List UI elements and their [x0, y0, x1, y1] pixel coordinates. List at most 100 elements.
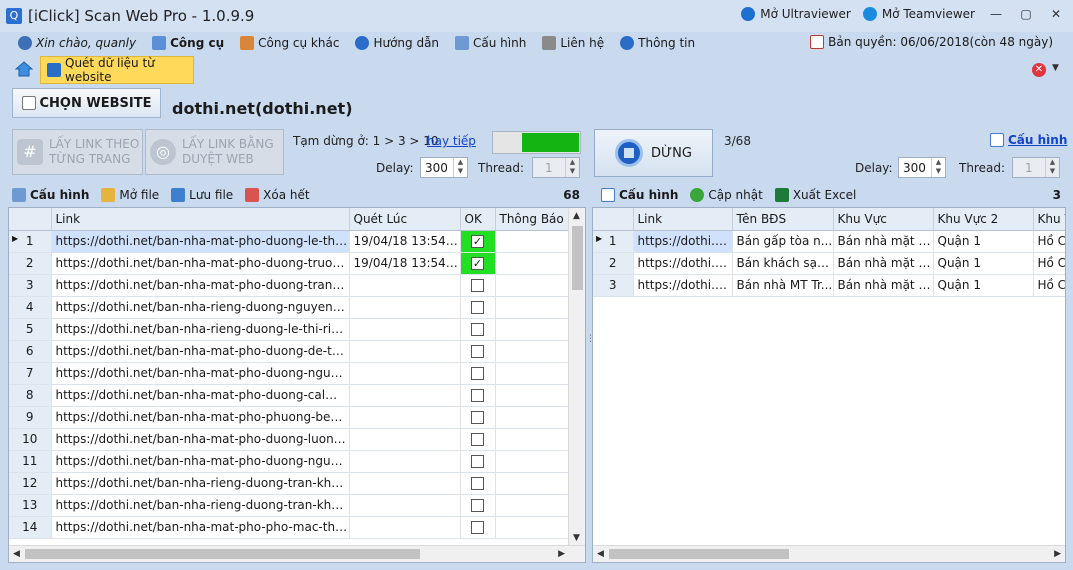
ok-checkbox[interactable]	[471, 323, 484, 336]
link-cell[interactable]: https://dothi.net/ban-nha-mat-pho-duong-…	[51, 230, 350, 253]
get-link-by-browser-button[interactable]: ◎ LẤY LINK BẰNG DUYỆT WEB	[145, 129, 284, 175]
menu-other-tools[interactable]: Công cụ khác	[240, 36, 339, 50]
link-cell[interactable]: https://dothi.net/ban-nha-mat-pho-duong-…	[51, 428, 350, 451]
table-row[interactable]: 3 https://dothi.net/ban-nha-mat-pho-duong…	[9, 274, 571, 297]
spinner-arrows[interactable]: ▲ ▼	[931, 158, 945, 177]
link-cell[interactable]: https://dothi.n...	[633, 274, 733, 297]
ok-checkbox[interactable]	[471, 477, 484, 490]
spinner-arrows[interactable]: ▲ ▼	[453, 158, 467, 177]
row-header[interactable]: 8	[9, 384, 52, 407]
col-area-3[interactable]: Khu V	[1033, 208, 1065, 231]
link-cell[interactable]: https://dothi.net/ban-nha-rieng-duong-ng…	[51, 296, 350, 319]
col-link[interactable]: Link	[51, 208, 350, 231]
row-header[interactable]: 7	[9, 362, 52, 385]
ok-checkbox[interactable]	[471, 345, 484, 358]
link-cell[interactable]: https://dothi.n...	[633, 252, 733, 275]
table-row[interactable]: 10 https://dothi.net/ban-nha-mat-pho-duon…	[9, 428, 571, 451]
table-row[interactable]: 2 https://dothi.n... Bán khách sạn ... Bán …	[593, 252, 1065, 275]
open-file-button[interactable]: Mở file	[101, 188, 159, 202]
teamviewer-button[interactable]: Mở Teamviewer	[862, 7, 975, 21]
result-config-button[interactable]: Cấu hình	[601, 188, 678, 202]
link-cell[interactable]: https://dothi.net/ban-nha-mat-pho-duong-…	[51, 252, 350, 275]
table-row[interactable]: ▶ 1 https://dothi.n... Bán gấp tòa n... Bán …	[593, 230, 1065, 253]
row-header[interactable]: 3	[9, 274, 52, 297]
right-horizontal-scrollbar[interactable]: ◀ ▶	[593, 545, 1065, 562]
menu-greeting[interactable]: Xin chào, quanly	[18, 36, 136, 50]
left-vertical-scrollbar[interactable]: ▲ ▼	[568, 208, 585, 546]
row-header[interactable]: 12	[9, 472, 52, 495]
col-scan-time[interactable]: Quét Lúc	[349, 208, 461, 231]
continue-link[interactable]: hay tiếp	[427, 134, 476, 148]
row-header[interactable]: 10	[9, 428, 52, 451]
menu-guide[interactable]: Hướng dẫn	[355, 36, 439, 50]
table-row[interactable]: 14 https://dothi.net/ban-nha-mat-pho-pho-…	[9, 516, 571, 539]
table-row[interactable]: 6 https://dothi.net/ban-nha-mat-pho-duong…	[9, 340, 571, 363]
table-row[interactable]: 9 https://dothi.net/ban-nha-mat-pho-phuon…	[9, 406, 571, 429]
row-header[interactable]: ▶ 1	[593, 230, 634, 253]
save-file-button[interactable]: Lưu file	[171, 188, 233, 202]
chevron-down-icon[interactable]: ▼	[1052, 63, 1059, 73]
scroll-thumb[interactable]	[572, 226, 583, 290]
table-row[interactable]: 13 https://dothi.net/ban-nha-rieng-duong-…	[9, 494, 571, 517]
col-area-2[interactable]: Khu Vực 2	[933, 208, 1034, 231]
close-button[interactable]: ✕	[1047, 7, 1065, 21]
link-cell[interactable]: https://dothi.net/ban-nha-mat-pho-duong-…	[51, 274, 350, 297]
link-cell[interactable]: https://dothi.net/ban-nha-rieng-duong-tr…	[51, 472, 350, 495]
row-header[interactable]: 5	[9, 318, 52, 341]
right-config-link[interactable]: Cấu hình	[990, 133, 1067, 147]
table-row[interactable]: 5 https://dothi.net/ban-nha-rieng-duong-l…	[9, 318, 571, 341]
link-cell[interactable]: https://dothi.net/ban-nha-rieng-duong-le…	[51, 318, 350, 341]
link-cell[interactable]: https://dothi.net/ban-nha-mat-pho-duong-…	[51, 450, 350, 473]
maximize-button[interactable]: ▢	[1017, 7, 1035, 21]
ok-checkbox[interactable]	[471, 279, 484, 292]
col-ok[interactable]: OK	[460, 208, 496, 231]
ok-checkbox[interactable]	[471, 389, 484, 402]
row-header[interactable]: 11	[9, 450, 52, 473]
table-row[interactable]: ▶ 1 https://dothi.net/ban-nha-mat-pho-duon…	[9, 230, 571, 253]
row-header[interactable]: 6	[9, 340, 52, 363]
left-horizontal-scrollbar[interactable]: ◀ ▶	[9, 545, 585, 562]
right-thread-input[interactable]: 1 ▲ ▼	[1012, 157, 1060, 178]
minimize-button[interactable]: —	[987, 7, 1005, 21]
stop-button[interactable]: DỪNG	[594, 129, 713, 177]
ok-checkbox[interactable]	[471, 521, 484, 534]
export-excel-button[interactable]: Xuất Excel	[774, 188, 856, 202]
link-cell[interactable]: https://dothi.net/ban-nha-mat-pho-pho-ma…	[51, 516, 350, 539]
row-header[interactable]: 9	[9, 406, 52, 429]
row-header[interactable]: 3	[593, 274, 634, 297]
ok-checkbox[interactable]	[471, 367, 484, 380]
table-row[interactable]: 2 https://dothi.net/ban-nha-mat-pho-duong…	[9, 252, 571, 275]
row-header[interactable]: ▶ 1	[9, 230, 52, 253]
table-row[interactable]: 8 https://dothi.net/ban-nha-mat-pho-duong…	[9, 384, 571, 407]
row-header[interactable]: 4	[9, 296, 52, 319]
row-header[interactable]: 14	[9, 516, 52, 539]
table-row[interactable]: 7 https://dothi.net/ban-nha-mat-pho-duong…	[9, 362, 571, 385]
col-message[interactable]: Thông Báo	[495, 208, 571, 231]
update-button[interactable]: Cập nhật	[690, 188, 763, 202]
home-icon[interactable]	[15, 61, 33, 77]
menu-contact[interactable]: Liên hệ	[542, 36, 604, 50]
col-link[interactable]: Link	[633, 208, 733, 231]
choose-website-button[interactable]: CHỌN WEBSITE	[12, 88, 161, 118]
ok-checkbox[interactable]	[471, 433, 484, 446]
left-config-button[interactable]: Cấu hình	[12, 188, 89, 202]
ok-checkbox[interactable]	[471, 455, 484, 468]
menu-tools[interactable]: Công cụ	[152, 36, 224, 50]
link-cell[interactable]: https://dothi.net/ban-nha-mat-pho-phuong…	[51, 406, 350, 429]
close-tab-icon[interactable]: ✕	[1032, 63, 1046, 77]
right-delay-input[interactable]: 300 ▲ ▼	[898, 157, 946, 178]
table-row[interactable]: 4 https://dothi.net/ban-nha-rieng-duong-n…	[9, 296, 571, 319]
link-cell[interactable]: https://dothi.net/ban-nha-rieng-duong-tr…	[51, 494, 350, 517]
menu-config[interactable]: Cấu hình	[455, 36, 526, 50]
clear-all-button[interactable]: Xóa hết	[245, 188, 310, 202]
link-cell[interactable]: https://dothi.n...	[633, 230, 733, 253]
tab-scan-website[interactable]: Quét dữ liệu từ website	[40, 56, 194, 84]
link-cell[interactable]: https://dothi.net/ban-nha-mat-pho-duong-…	[51, 362, 350, 385]
scroll-thumb[interactable]	[25, 549, 420, 559]
menu-info[interactable]: Thông tin	[620, 36, 695, 50]
panel-splitter[interactable]: ⋮	[585, 125, 595, 565]
col-property-name[interactable]: Tên BĐS	[732, 208, 834, 231]
row-header[interactable]: 13	[9, 494, 52, 517]
table-row[interactable]: 3 https://dothi.n... Bán nhà MT Tr... Bán n…	[593, 274, 1065, 297]
ok-checkbox[interactable]	[471, 499, 484, 512]
